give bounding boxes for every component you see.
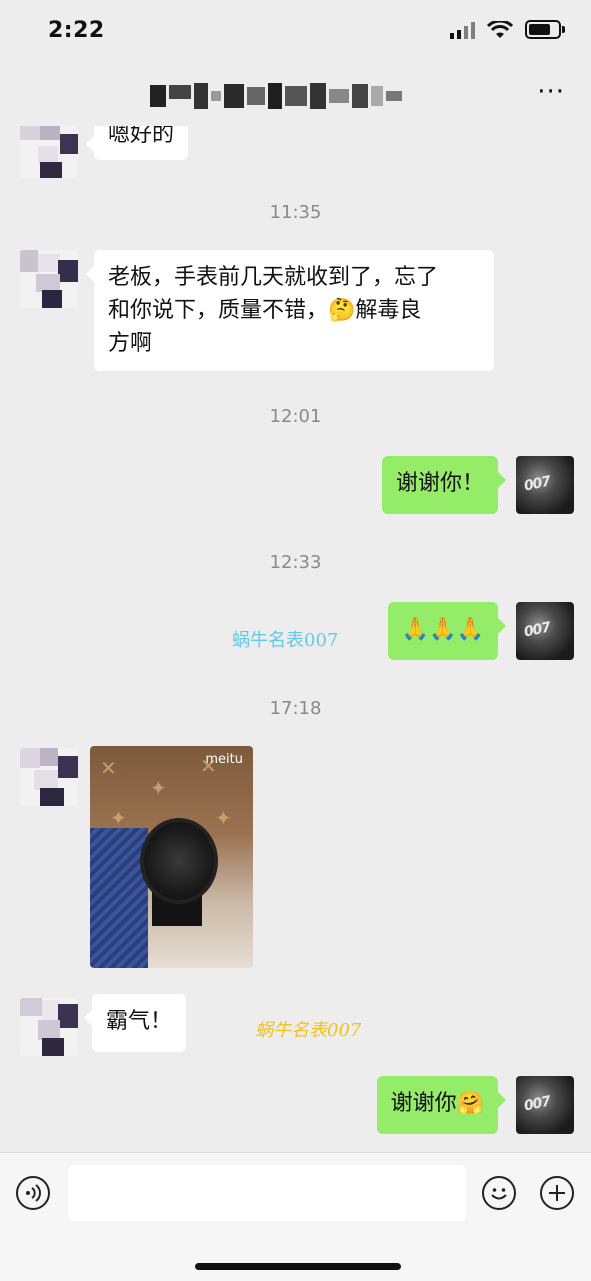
- message-text: 嗯好的: [108, 126, 175, 147]
- add-button[interactable]: [540, 1176, 574, 1210]
- photo-sleeve: [90, 828, 148, 968]
- chat-title-pixelated: [150, 80, 440, 112]
- message-input[interactable]: [68, 1165, 466, 1221]
- contact-avatar[interactable]: [20, 126, 78, 178]
- message-text-line: 方啊: [108, 331, 153, 356]
- message-bubble[interactable]: 嗯好的: [85, 126, 189, 160]
- status-time: 2:22: [48, 18, 105, 43]
- pattern-decoration: ✦: [150, 776, 167, 800]
- wifi-icon: [487, 20, 513, 38]
- status-bar: 2:22: [0, 0, 591, 64]
- image-message[interactable]: ✕ ✦ ✕ ✦ ✦ meitu: [90, 746, 253, 968]
- contact-avatar[interactable]: [20, 998, 78, 1056]
- message-bubble[interactable]: 霸气！: [83, 994, 187, 1052]
- battery-icon: [525, 20, 565, 39]
- timestamp: 12:01: [269, 406, 322, 427]
- photo-watermark: meitu: [205, 752, 243, 767]
- hug-emoji-icon: 🤗: [456, 1091, 484, 1116]
- emoji-icon: [491, 1188, 507, 1200]
- message-text: 解毒良: [355, 298, 422, 323]
- add-icon: [549, 1185, 565, 1201]
- timestamp: 17:18: [269, 698, 322, 719]
- timestamp: 11:35: [269, 202, 322, 223]
- chat-header: ···: [0, 64, 591, 130]
- my-avatar[interactable]: 007: [516, 602, 574, 660]
- timestamp: 12:33: [269, 552, 322, 573]
- more-options-button[interactable]: ···: [537, 79, 565, 105]
- my-message-bubble[interactable]: 谢谢你🤗: [376, 1076, 507, 1134]
- my-avatar[interactable]: 007: [516, 456, 574, 514]
- contact-avatar[interactable]: [20, 748, 78, 806]
- watermark: 蜗牛名表007: [255, 1020, 362, 1041]
- my-avatar[interactable]: 007: [516, 1076, 574, 1134]
- my-message-bubble[interactable]: 谢谢你！: [381, 456, 507, 514]
- status-indicators: [450, 20, 565, 39]
- avatar-logo: 007: [522, 619, 552, 641]
- photo-watch: [140, 818, 218, 904]
- thinking-emoji-icon: 🤔: [328, 298, 356, 323]
- contact-avatar[interactable]: [20, 250, 78, 308]
- avatar-logo: 007: [522, 473, 552, 495]
- input-bar: [0, 1152, 591, 1281]
- signal-icon: [450, 21, 475, 39]
- pattern-decoration: ✦: [110, 806, 127, 830]
- message-text-line: 和你说下，质量不错，🤔解毒良: [108, 294, 480, 327]
- message-text: 谢谢你: [390, 1091, 457, 1116]
- pattern-decoration: ✕: [100, 756, 117, 780]
- pattern-decoration: ✦: [215, 806, 232, 830]
- voice-icon: [26, 1184, 41, 1202]
- voice-button[interactable]: [16, 1176, 50, 1210]
- message-text: 霸气！: [106, 1009, 173, 1034]
- message-text: 谢谢你！: [395, 471, 484, 496]
- pray-emoji-icon: 🙏🙏🙏: [401, 617, 484, 642]
- message-text-line: 老板，手表前几天就收到了，忘了: [108, 265, 439, 290]
- message-list[interactable]: 嗯好的 11:35 老板，手表前几天就收到了，忘了 和你说下，质量不错，🤔解毒良…: [0, 126, 591, 1156]
- avatar-logo: 007: [522, 1093, 552, 1115]
- home-indicator: [195, 1263, 401, 1270]
- message-text: 和你说下，质量不错，: [108, 298, 329, 323]
- my-message-bubble[interactable]: 🙏🙏🙏: [387, 602, 507, 660]
- emoji-button[interactable]: [482, 1176, 516, 1210]
- message-bubble[interactable]: 老板，手表前几天就收到了，忘了 和你说下，质量不错，🤔解毒良 方啊: [86, 250, 494, 371]
- watermark: 蜗牛名表007: [232, 630, 339, 651]
